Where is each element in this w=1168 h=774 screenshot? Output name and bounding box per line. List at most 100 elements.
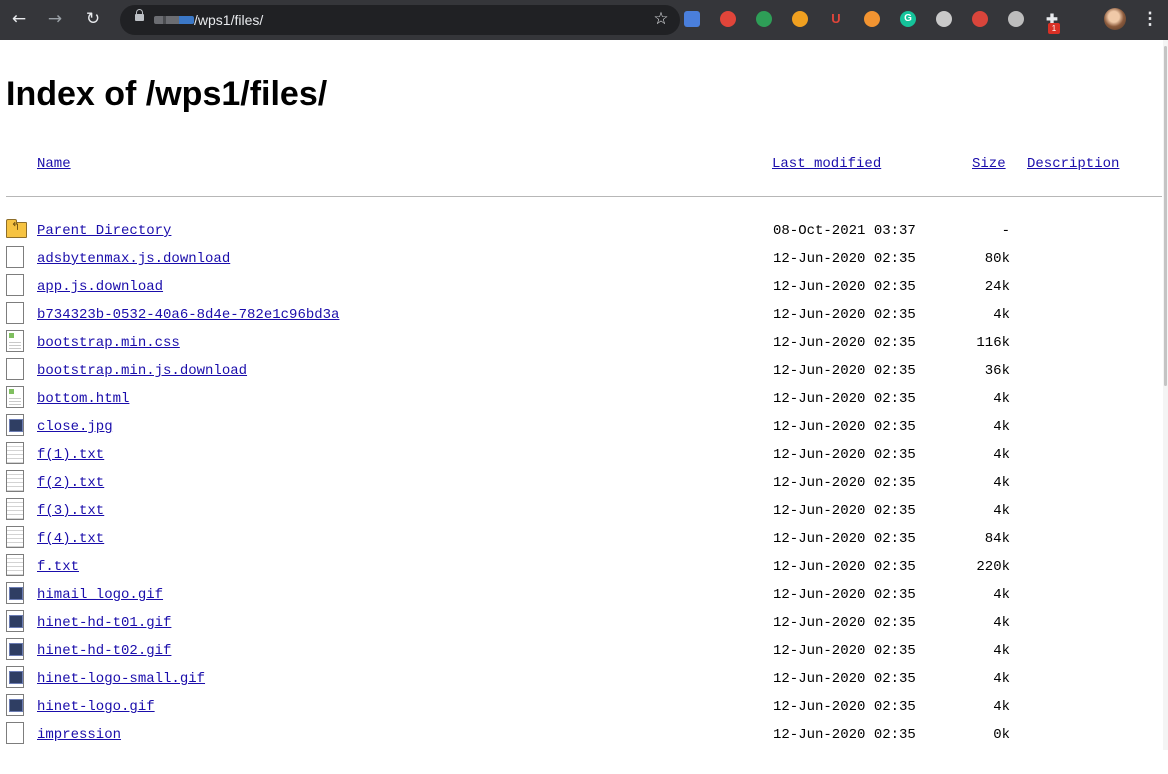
grammarly-icon[interactable]: G [900, 11, 916, 27]
image-file-icon [6, 610, 24, 632]
last-modified-cell: 12-Jun-2020 02:35 [773, 419, 916, 435]
image-file-icon [6, 414, 24, 436]
last-modified-cell: 12-Jun-2020 02:35 [773, 279, 916, 295]
image-file-icon [6, 666, 24, 688]
back-arrow-icon[interactable]: ← [6, 6, 32, 32]
file-row: hinet-hd-t02.gif 12-Jun-2020 02:35 4k [0, 638, 1160, 666]
file-link[interactable]: f(4).txt [37, 530, 104, 548]
file-row: f(1).txt 12-Jun-2020 02:35 4k [0, 442, 1160, 470]
page-title: Index of /wps1/files/ [6, 75, 328, 113]
file-row: f(4).txt 12-Jun-2020 02:35 84k [0, 526, 1160, 554]
file-link[interactable]: f(3).txt [37, 502, 104, 520]
search-lens-icon[interactable] [864, 11, 880, 27]
file-link[interactable]: bootstrap.min.css [37, 334, 180, 352]
extension-badge: 1 [1048, 23, 1060, 34]
parent-directory-row: Parent Directory 08-Oct-2021 03:37 - [0, 218, 1160, 246]
address-bar[interactable]: /wps1/files/ [120, 5, 680, 35]
file-link[interactable]: f(1).txt [37, 446, 104, 464]
scrollbar-thumb[interactable] [1164, 46, 1167, 386]
file-link[interactable]: hinet-logo-small.gif [37, 670, 205, 688]
image-file-icon [6, 638, 24, 660]
profile-avatar[interactable] [1104, 8, 1126, 30]
text-file-icon [6, 526, 24, 548]
text-file-icon [6, 554, 24, 576]
dial-icon[interactable] [1008, 11, 1024, 27]
image-file-icon [6, 582, 24, 604]
cloud-icon[interactable] [756, 11, 772, 27]
size-cell: 4k [993, 447, 1010, 463]
browser-menu-icon[interactable]: ⋮ [1140, 6, 1160, 32]
file-link[interactable]: hinet-logo.gif [37, 698, 155, 716]
size-cell: 4k [993, 615, 1010, 631]
browser-toolbar: ← → ↻ /wps1/files/ ☆ U G ✚ 1 ⋮ [0, 0, 1168, 40]
size-cell: 4k [993, 503, 1010, 519]
file-row: himail_logo.gif 12-Jun-2020 02:35 4k [0, 582, 1160, 610]
file-link[interactable]: b734323b-0532-40a6-8d4e-782e1c96bd3a [37, 306, 339, 324]
last-modified-cell: 12-Jun-2020 02:35 [773, 391, 916, 407]
last-modified-cell: 12-Jun-2020 02:35 [773, 335, 916, 351]
reload-icon[interactable]: ↻ [80, 6, 106, 32]
file-row: hinet-hd-t01.gif 12-Jun-2020 02:35 4k [0, 610, 1160, 638]
file-row: f(2).txt 12-Jun-2020 02:35 4k [0, 470, 1160, 498]
file-link[interactable]: app.js.download [37, 278, 163, 296]
blank-file-icon [6, 246, 24, 268]
size-cell: 4k [993, 391, 1010, 407]
layout-file-icon [6, 330, 24, 352]
translate-icon[interactable] [684, 11, 700, 27]
window-bottom-edge [0, 750, 1168, 774]
url-path[interactable]: /wps1/files/ [194, 11, 263, 29]
last-modified-cell: 12-Jun-2020 02:35 [773, 531, 916, 547]
blank-file-icon [6, 274, 24, 296]
file-row: bottom.html 12-Jun-2020 02:35 4k [0, 386, 1160, 414]
layout-file-icon [6, 386, 24, 408]
file-link[interactable]: bottom.html [37, 390, 129, 408]
file-link[interactable]: bootstrap.min.js.download [37, 362, 247, 380]
last-modified-cell: 12-Jun-2020 02:35 [773, 475, 916, 491]
last-modified-cell: 12-Jun-2020 02:35 [773, 615, 916, 631]
file-row: impression 12-Jun-2020 02:35 0k [0, 722, 1160, 750]
file-row: bootstrap.min.js.download 12-Jun-2020 02:… [0, 358, 1160, 386]
blank-file-icon [6, 722, 24, 744]
swirl-icon[interactable] [936, 11, 952, 27]
u-icon[interactable]: U [828, 11, 844, 27]
column-header-size[interactable]: Size [972, 155, 1006, 173]
bookmark-star-icon[interactable]: ☆ [648, 6, 674, 32]
last-modified-cell: 12-Jun-2020 02:35 [773, 447, 916, 463]
file-link[interactable]: himail_logo.gif [37, 586, 163, 604]
column-header-last-modified[interactable]: Last modified [772, 155, 881, 173]
last-modified-cell: 12-Jun-2020 02:35 [773, 503, 916, 519]
file-row: hinet-logo.gif 12-Jun-2020 02:35 4k [0, 694, 1160, 722]
text-file-icon [6, 442, 24, 464]
grammar-icon[interactable] [720, 11, 736, 27]
size-cell: 24k [984, 279, 1010, 295]
column-header-description[interactable]: Description [1027, 155, 1119, 173]
last-modified-cell: 12-Jun-2020 02:35 [773, 363, 916, 379]
file-link[interactable]: hinet-hd-t02.gif [37, 642, 171, 660]
last-modified-cell: 12-Jun-2020 02:35 [773, 251, 916, 267]
file-row: hinet-logo-small.gif 12-Jun-2020 02:35 4k [0, 666, 1160, 694]
last-modified-cell: 12-Jun-2020 02:35 [773, 587, 916, 603]
text-file-icon [6, 470, 24, 492]
size-cell: 0k [993, 727, 1010, 743]
file-row: f(3).txt 12-Jun-2020 02:35 4k [0, 498, 1160, 526]
shield-icon[interactable] [972, 11, 988, 27]
size-cell: 4k [993, 671, 1010, 687]
column-header-name[interactable]: Name [37, 155, 71, 173]
file-link[interactable]: adsbytenmax.js.download [37, 250, 230, 268]
file-link[interactable]: f.txt [37, 558, 79, 576]
size-cell: 4k [993, 475, 1010, 491]
size-cell: 116k [976, 335, 1010, 351]
file-link[interactable]: f(2).txt [37, 474, 104, 492]
file-link[interactable]: close.jpg [37, 418, 113, 436]
size-cell: 4k [993, 643, 1010, 659]
file-link[interactable]: impression [37, 726, 121, 744]
size-cell: 220k [976, 559, 1010, 575]
lock-icon[interactable] [135, 9, 144, 21]
parent-directory-link[interactable]: Parent Directory [37, 222, 171, 240]
forward-arrow-icon[interactable]: → [42, 6, 68, 32]
file-link[interactable]: hinet-hd-t01.gif [37, 614, 171, 632]
last-modified-cell: 12-Jun-2020 02:35 [773, 559, 916, 575]
blurred-hostname [154, 16, 194, 24]
file-row: adsbytenmax.js.download 12-Jun-2020 02:35… [0, 246, 1160, 274]
moon-icon[interactable] [792, 11, 808, 27]
